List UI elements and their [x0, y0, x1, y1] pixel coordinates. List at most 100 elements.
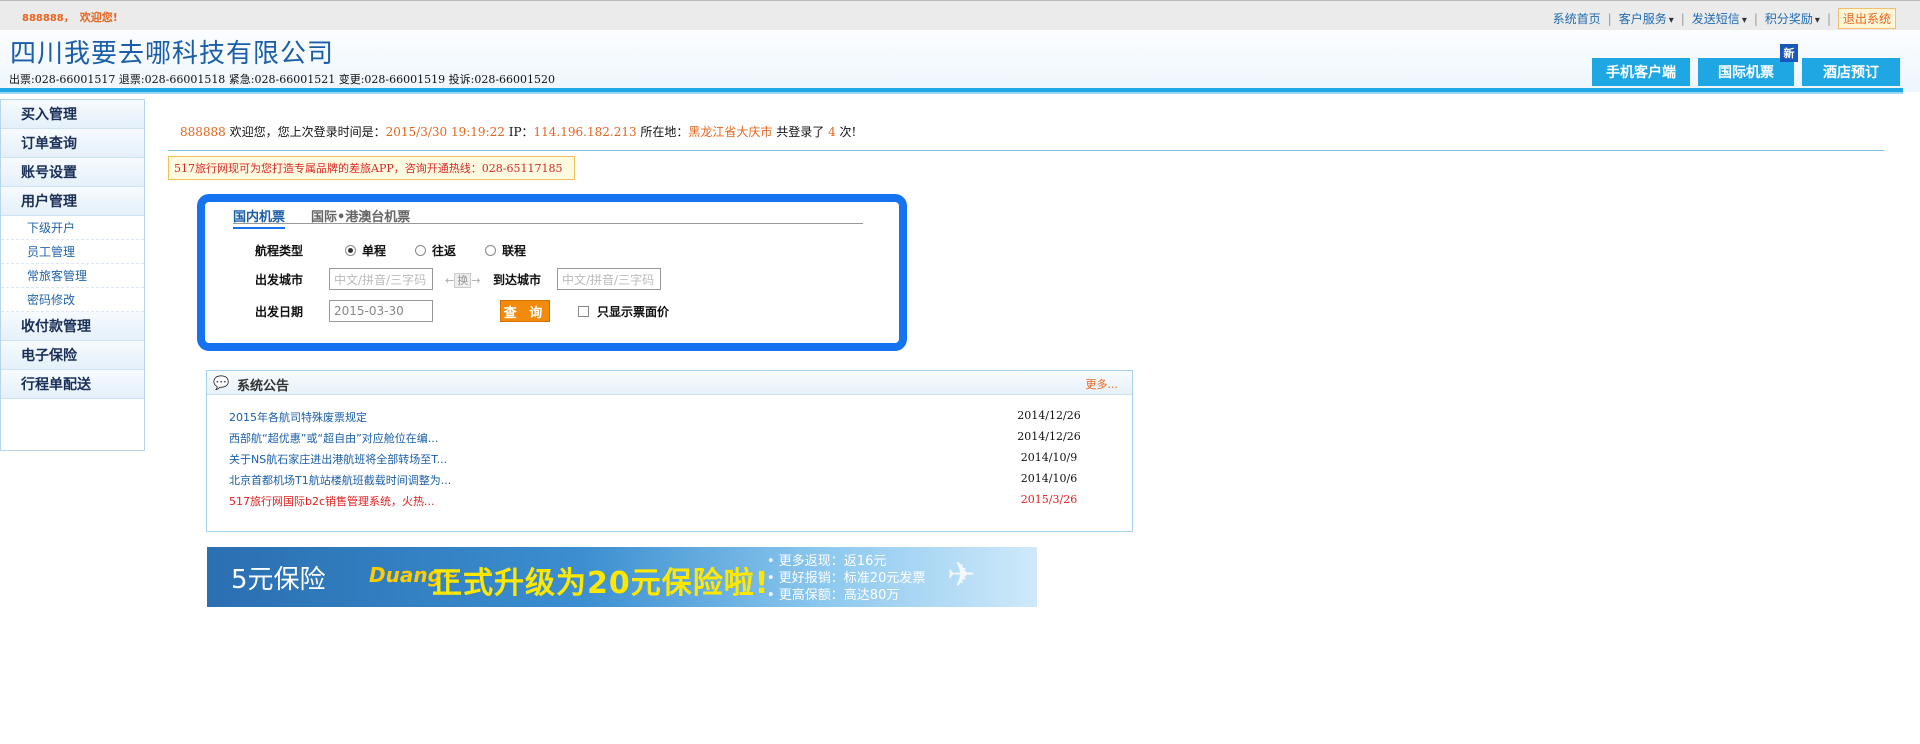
depart-city-input[interactable]: 中文/拼音/三字码 [329, 268, 433, 290]
depart-city-label: 出发城市 [255, 273, 304, 287]
banner-bullet: • 更好报销：标准20元发票 [767, 571, 926, 586]
tab-intl-hk-macau-taiwan-flights[interactable]: 国际•港澳台机票 [311, 206, 410, 225]
nav-home-link[interactable]: 系统首页 [1553, 10, 1601, 27]
speech-bubble-icon: 💬 [213, 376, 230, 391]
sidebar-item-account[interactable]: 账号设置 [1, 158, 144, 187]
announcement-link[interactable]: 517旅行网国际b2c销售管理系统，火热... [229, 493, 435, 509]
more-link[interactable]: 更多... [1086, 376, 1119, 392]
header-tabs: 手机客户端 国际机票 新 酒店预订 [1592, 44, 1900, 86]
radio-one-way-label: 单程 [362, 244, 387, 258]
top-welcome: 888888， 欢迎您! [22, 9, 118, 25]
sidebar-item-insurance[interactable]: 电子保险 [1, 341, 144, 370]
login-user: 888888 [180, 125, 226, 139]
login-ip-label: IP： [504, 125, 534, 139]
radio-one-way-dot [345, 245, 356, 256]
radio-round-trip[interactable]: 往返 [415, 242, 456, 259]
login-count-label: 共登录了 [772, 125, 829, 139]
announcement-link[interactable]: 关于NS航石家庄进出港航班将全部转场至T... [229, 451, 447, 467]
list-item[interactable]: 西部航“超优惠”或“超自由”对应舱位在编... 2014/12/26 [229, 430, 1089, 450]
query-button[interactable]: 查 询 [500, 300, 550, 322]
login-location: 黑龙江省大庆市 [688, 125, 773, 139]
trip-type-label: 航程类型 [255, 244, 304, 258]
depart-date-input[interactable]: 2015-03-30 [329, 300, 433, 322]
radio-multi-city[interactable]: 联程 [485, 242, 526, 259]
flight-search-panel: 国内机票 国际•港澳台机票 航程类型 单程 往返 联程 出发城市 中文/拼音/三… [197, 194, 907, 351]
login-ip: 114.196.182.213 [533, 125, 637, 139]
announcement-panel: 💬 系统公告 更多... 2015年各航司特殊废票规定 2014/12/26 西… [206, 370, 1133, 532]
face-price-only-checkbox[interactable]: 只显示票面价 [578, 303, 669, 320]
sidebar: 买入管理 订单查询 账号设置 用户管理 下级开户 员工管理 常旅客管理 密码修改… [0, 99, 145, 451]
announcement-title: 系统公告 [237, 379, 290, 394]
announcement-link[interactable]: 2015年各航司特殊废票规定 [229, 409, 367, 425]
sidebar-subitem-staff[interactable]: 员工管理 [1, 240, 144, 264]
login-count-suffix: 次! [835, 125, 857, 139]
company-name: 四川我要去哪科技有限公司 [10, 39, 335, 69]
radio-multi-city-dot [485, 245, 496, 256]
banner-old-insurance: 5元保险 [231, 565, 326, 595]
sidebar-item-itinerary-delivery[interactable]: 行程单配送 [1, 370, 144, 399]
sidebar-subitem-frequent-travelers[interactable]: 常旅客管理 [1, 264, 144, 288]
sidebar-item-users[interactable]: 用户管理 [1, 187, 144, 216]
nav-points-menu[interactable]: 积分奖励 [1765, 10, 1820, 27]
banner-bullet: • 更多返现：返16元 [767, 554, 887, 569]
face-price-only-label: 只显示票面价 [597, 305, 670, 319]
nav-divider: | [1680, 11, 1685, 26]
tab-mobile-client[interactable]: 手机客户端 [1592, 58, 1690, 86]
nav-divider: | [1607, 11, 1612, 26]
list-item[interactable]: 2015年各航司特殊废票规定 2014/12/26 [229, 409, 1089, 429]
tab-international-flights-label: 国际机票 [1718, 65, 1774, 81]
announcement-date: 2014/10/6 [1020, 472, 1078, 485]
announcement-link[interactable]: 北京首都机场T1航站楼航班截载时间调整为... [229, 472, 451, 488]
swap-cities-button[interactable]: ← 换 → [445, 272, 480, 288]
sidebar-item-payments[interactable]: 收付款管理 [1, 312, 144, 341]
header: 四川我要去哪科技有限公司 出票:028-66001517 退票:028-6600… [0, 30, 1920, 92]
content-divider [168, 150, 1884, 151]
banner-bullets: • 更多返现：返16元 • 更好报销：标准20元发票 • 更高保额：高达80万 [767, 553, 925, 604]
list-item[interactable]: 关于NS航石家庄进出港航班将全部转场至T... 2014/10/9 [229, 451, 1089, 471]
banner-headline: 正式升级为20元保险啦! [432, 566, 770, 601]
top-bar: 888888， 欢迎您! 系统首页 | 客户服务 | 发送短信 | 积分奖励 | … [0, 0, 1920, 30]
sidebar-item-orders[interactable]: 订单查询 [1, 129, 144, 158]
nav-customer-service-menu[interactable]: 客户服务 [1619, 10, 1674, 27]
sidebar-item-purchase[interactable]: 买入管理 [1, 100, 144, 129]
announcement-date: 2014/10/9 [1020, 451, 1078, 464]
search-tabs: 国内机票 国际•港澳台机票 [233, 206, 863, 229]
radio-one-way[interactable]: 单程 [345, 242, 386, 259]
nav-send-sms-menu[interactable]: 发送短信 [1692, 10, 1747, 27]
login-time: 2015/3/30 19:19:22 [385, 125, 505, 139]
header-divider-light [0, 92, 1903, 94]
sidebar-subitem-password[interactable]: 密码修改 [1, 288, 144, 312]
login-count: 4 [828, 125, 836, 139]
nav-divider: | [1826, 11, 1831, 26]
top-welcome-text: 欢迎您! [79, 11, 118, 24]
new-badge: 新 [1780, 44, 1798, 62]
announcement-header: 💬 系统公告 更多... [207, 371, 1132, 395]
tab-international-flights[interactable]: 国际机票 新 [1698, 44, 1798, 86]
airplane-icon: ✈ [947, 555, 976, 595]
tab-domestic-flights[interactable]: 国内机票 [233, 206, 286, 229]
radio-round-trip-dot [415, 245, 426, 256]
arrive-city-label: 到达城市 [493, 273, 542, 287]
announcement-date: 2014/12/26 [1017, 430, 1081, 443]
depart-date-label: 出发日期 [255, 305, 304, 319]
app-promo-notice: 517旅行网现可为您打造专属品牌的差旅APP，咨询开通热线：028-651171… [168, 156, 575, 180]
banner-bullet: • 更高保额：高达80万 [767, 588, 900, 603]
announcement-link[interactable]: 西部航“超优惠”或“超自由”对应舱位在编... [229, 430, 438, 446]
nav-divider: | [1753, 11, 1758, 26]
face-price-only-box [578, 306, 589, 317]
list-item[interactable]: 517旅行网国际b2c销售管理系统，火热... 2015/3/26 [229, 493, 1089, 513]
radio-multi-city-label: 联程 [502, 244, 527, 258]
arrive-city-input[interactable]: 中文/拼音/三字码 [557, 268, 661, 290]
top-nav: 系统首页 | 客户服务 | 发送短信 | 积分奖励 | 退出系统 [1553, 8, 1896, 29]
top-user-id: 888888， [22, 13, 74, 24]
login-location-label: 所在地： [636, 125, 689, 139]
login-info: 888888 欢迎您，您上次登录时间是：2015/3/30 19:19:22 I… [180, 123, 856, 140]
tab-hotel-booking[interactable]: 酒店预订 [1802, 58, 1900, 86]
list-item[interactable]: 北京首都机场T1航站楼航班截载时间调整为... 2014/10/6 [229, 472, 1089, 492]
hotline-numbers: 出票:028-66001517 退票:028-66001518 紧急:028-6… [9, 73, 556, 86]
announcement-date: 2014/12/26 [1017, 409, 1081, 422]
insurance-banner[interactable]: 5元保险 Duang~ 正式升级为20元保险啦! • 更多返现：返16元 • 更… [207, 547, 1037, 607]
announcement-date: 2015/3/26 [1020, 493, 1078, 506]
logout-button[interactable]: 退出系统 [1837, 8, 1896, 29]
sidebar-subitem-open-account[interactable]: 下级开户 [1, 216, 144, 240]
